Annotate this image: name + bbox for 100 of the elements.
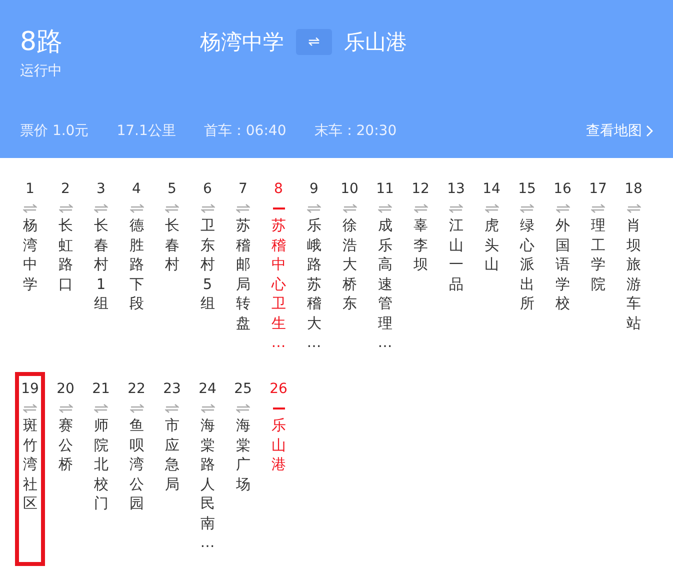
stop-item[interactable]: 3 长春村1组 <box>86 172 116 366</box>
end-station: 乐山港 <box>344 29 407 56</box>
stop-item[interactable]: 10 徐浩大桥东 <box>334 172 364 366</box>
two-way-arrows-icon <box>449 204 463 213</box>
two-way-arrows-icon <box>94 204 108 213</box>
stop-number: 5 <box>168 180 176 198</box>
stop-name: 长春村 <box>164 217 180 276</box>
two-way-arrows-icon <box>58 404 72 413</box>
stop-item[interactable]: 26 乐山港 <box>264 372 294 566</box>
stop-number: 17 <box>589 180 607 198</box>
stop-name: 海棠广场 <box>236 416 250 495</box>
stop-name: 赛公桥 <box>58 416 73 476</box>
stop-name: 卫东村5组 <box>200 217 215 314</box>
stop-number: 18 <box>624 180 642 198</box>
stop-item[interactable]: 7 苏稽邮局转盘 <box>228 172 258 366</box>
stop-name: 德胜路下段 <box>129 217 144 314</box>
stop-number: 4 <box>132 180 141 198</box>
two-way-arrows-icon <box>484 204 498 213</box>
stop-number: 14 <box>482 180 500 198</box>
two-way-arrows-icon <box>94 404 108 413</box>
two-way-arrows-icon <box>130 204 144 213</box>
stop-number: 24 <box>198 380 216 398</box>
route-info: 首车：06:40 <box>204 122 286 140</box>
stop-item[interactable]: 11 成乐高速管理… <box>370 172 400 366</box>
stop-item[interactable]: 2 长虹路口 <box>50 172 80 366</box>
stop-number: 21 <box>92 380 110 398</box>
stop-item[interactable]: 17 理工学院 <box>583 172 613 366</box>
route-status: 运行中 <box>20 62 63 80</box>
stop-name: 杨湾中学 <box>22 217 38 295</box>
stop-name: 虎头山 <box>484 217 499 276</box>
two-way-arrows-icon <box>378 204 392 213</box>
stop-name: 外国语学校 <box>555 217 570 314</box>
two-way-arrows-icon <box>520 204 534 213</box>
stop-item[interactable]: 15 绿心派出所 <box>512 172 542 366</box>
stop-item[interactable]: 6 卫东村5组 <box>192 172 222 366</box>
stop-item[interactable]: 19 斑竹湾社区 <box>15 372 45 566</box>
stop-number: 10 <box>340 180 358 198</box>
stop-item[interactable]: 16 外国语学校 <box>548 172 578 366</box>
stop-name: 长虹路口 <box>58 217 73 295</box>
stop-name: 肖坝旅游车站 <box>626 217 641 334</box>
two-way-arrows-icon <box>23 404 37 413</box>
stop-number: 2 <box>61 180 70 198</box>
stop-item[interactable]: 4 德胜路下段 <box>122 172 152 366</box>
stop-number: 13 <box>447 180 465 198</box>
stop-item[interactable]: 22 鱼呗湾公园 <box>122 372 152 566</box>
stop-item[interactable]: 13 江山一品 <box>441 172 471 366</box>
stop-number: 16 <box>554 180 572 198</box>
stop-number: 19 <box>21 380 39 398</box>
stop-item[interactable]: 5 长春村 <box>157 172 187 366</box>
stop-name: 师院北校门 <box>94 416 108 514</box>
two-way-arrows-icon <box>591 204 605 213</box>
chevron-icon <box>646 125 653 137</box>
stop-name: 理工学院 <box>590 217 606 295</box>
stop-item[interactable]: 14 虎头山 <box>476 172 506 366</box>
stop-number: 23 <box>163 380 181 398</box>
two-way-arrows-icon <box>165 204 179 213</box>
stop-name: 徐浩大桥东 <box>342 217 357 314</box>
stop-number: 20 <box>56 380 74 398</box>
stop-name: 乐山港 <box>271 416 286 476</box>
stop-item[interactable]: 23 市应急局 <box>157 372 187 566</box>
stop-item[interactable]: 1 杨湾中学 <box>15 172 45 366</box>
stop-name: 苏稽邮局转盘 <box>236 217 250 334</box>
route-name: 8路 <box>20 26 64 58</box>
stop-name: 市应急局 <box>164 416 180 495</box>
stop-number: 7 <box>238 180 248 198</box>
stop-name: 苏稽中心卫生… <box>271 217 286 354</box>
stop-name: 江山一品 <box>448 217 464 295</box>
stop-name: 海棠路人民南… <box>200 416 215 554</box>
stop-number: 25 <box>234 380 252 398</box>
two-way-arrows-icon <box>58 204 72 213</box>
stop-name: 长春村1组 <box>94 217 108 314</box>
stop-item[interactable]: 9 乐峨路苏稽大… <box>299 172 329 366</box>
stop-number: 11 <box>376 180 394 198</box>
stop-number: 22 <box>128 380 146 398</box>
two-way-arrows-icon <box>130 404 144 413</box>
route-info: 票价 1.0元 <box>20 122 89 140</box>
route-info: 17.1公里 <box>116 122 176 140</box>
two-way-arrows-icon <box>626 204 640 213</box>
stop-name: 绿心派出所 <box>520 217 534 314</box>
two-way-arrows-icon <box>307 204 321 213</box>
stop-number: 8 <box>274 180 283 198</box>
two-way-arrows-icon <box>342 204 356 213</box>
stop-item[interactable]: 20 赛公桥 <box>50 372 80 566</box>
stop-number: 6 <box>203 180 212 198</box>
stop-name: 辜李坝 <box>413 217 428 276</box>
two-way-arrows-icon <box>414 204 428 213</box>
two-way-arrows-icon <box>556 204 570 213</box>
two-way-arrows-icon <box>200 404 214 413</box>
stop-item[interactable]: 21 师院北校门 <box>86 372 116 566</box>
stop-item[interactable]: 24 海棠路人民南… <box>192 372 222 566</box>
start-station: 杨湾中学 <box>200 29 284 56</box>
stop-number: 1 <box>26 180 34 198</box>
stop-item[interactable]: 8 苏稽中心卫生… <box>264 172 294 366</box>
stop-item[interactable]: 12 辜李坝 <box>406 172 436 366</box>
stop-name: 成乐高速管理… <box>378 217 392 354</box>
stop-number: 15 <box>518 180 536 198</box>
stop-item[interactable]: 25 海棠广场 <box>228 372 258 566</box>
stop-item[interactable]: 18 肖坝旅游车站 <box>618 172 648 366</box>
two-way-arrows-icon <box>23 204 37 213</box>
stop-number: 26 <box>270 380 288 398</box>
